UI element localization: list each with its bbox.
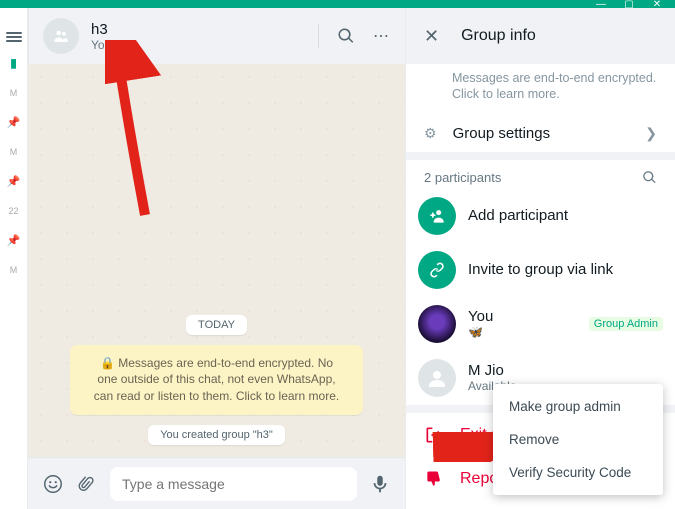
- avatar: [418, 305, 456, 343]
- attach-icon[interactable]: [72, 468, 103, 499]
- close-icon[interactable]: ✕: [424, 26, 439, 47]
- link-icon: [418, 251, 456, 289]
- invite-link-button[interactable]: Invite to group via link: [406, 243, 675, 297]
- participant-name: M Jio: [468, 362, 663, 379]
- divider: [318, 24, 319, 48]
- group-avatar[interactable]: [43, 18, 79, 54]
- window-titlebar: — ▢ ✕: [0, 0, 675, 8]
- invite-link-label: Invite to group via link: [468, 261, 663, 278]
- encryption-notice[interactable]: 🔒 Messages are end-to-end encrypted. No …: [70, 345, 363, 415]
- chat-list-item[interactable]: M: [10, 147, 18, 157]
- group-settings-row[interactable]: ⚙ Group settings ❯: [406, 115, 675, 152]
- add-participant-button[interactable]: Add participant: [406, 189, 675, 243]
- mic-icon[interactable]: [369, 473, 391, 495]
- chat-body: TODAY 🔒 Messages are end-to-end encrypte…: [28, 64, 405, 457]
- compose-bar: [28, 457, 405, 509]
- admin-badge: Group Admin: [589, 317, 663, 331]
- chat-pane: h3 You, M ⋯ TODAY 🔒 Messages are end-to-…: [28, 8, 405, 509]
- gear-icon: ⚙: [424, 125, 437, 142]
- chat-subtitle: You, M: [91, 38, 306, 52]
- thumbs-down-icon: [424, 469, 444, 489]
- system-message: You created group "h3": [148, 425, 285, 445]
- participant-you[interactable]: You 🦋 Group Admin: [406, 297, 675, 351]
- search-icon[interactable]: [642, 170, 657, 185]
- menu-remove[interactable]: Remove: [493, 423, 663, 456]
- encryption-hint[interactable]: Messages are end-to-end encrypted. Click…: [406, 64, 675, 115]
- chat-header: h3 You, M ⋯: [28, 8, 405, 64]
- menu-verify[interactable]: Verify Security Code: [493, 456, 663, 489]
- info-header: ✕ Group info: [406, 8, 675, 64]
- pin-icon: 📌: [7, 234, 21, 247]
- participant-status: 🦋: [468, 325, 577, 339]
- exit-icon: [424, 425, 444, 445]
- chat-list-strip: ▮ M 📌 M 📌 22 📌 M: [0, 8, 28, 509]
- menu-icon[interactable]: [6, 36, 22, 38]
- date-pill: TODAY: [186, 315, 247, 335]
- chat-title: h3: [91, 21, 306, 38]
- add-person-icon: [418, 197, 456, 235]
- participants-count: 2 participants: [424, 170, 501, 185]
- participant-name: You: [468, 308, 577, 325]
- chat-list-item[interactable]: M: [10, 88, 18, 98]
- pin-icon: 📌: [7, 116, 21, 129]
- menu-make-admin[interactable]: Make group admin: [493, 390, 663, 423]
- chevron-right-icon: ❯: [645, 125, 657, 142]
- search-icon[interactable]: [337, 27, 355, 45]
- pin-icon: 📌: [7, 175, 21, 188]
- chat-list-item[interactable]: M: [10, 265, 18, 275]
- more-icon[interactable]: ⋯: [373, 26, 391, 46]
- avatar: [418, 359, 456, 397]
- emoji-icon[interactable]: [42, 473, 64, 495]
- participant-context-menu: Make group admin Remove Verify Security …: [493, 384, 663, 495]
- participants-header: 2 participants: [406, 160, 675, 189]
- message-input[interactable]: [110, 467, 357, 501]
- group-settings-label: Group settings: [453, 125, 630, 142]
- chat-title-area[interactable]: h3 You, M: [91, 21, 306, 52]
- group-icon: [52, 27, 70, 45]
- add-participant-label: Add participant: [468, 207, 663, 224]
- chat-list-unread-indicator: ▮: [10, 56, 17, 70]
- info-title: Group info: [461, 27, 536, 45]
- chat-list-item[interactable]: 22: [8, 206, 18, 216]
